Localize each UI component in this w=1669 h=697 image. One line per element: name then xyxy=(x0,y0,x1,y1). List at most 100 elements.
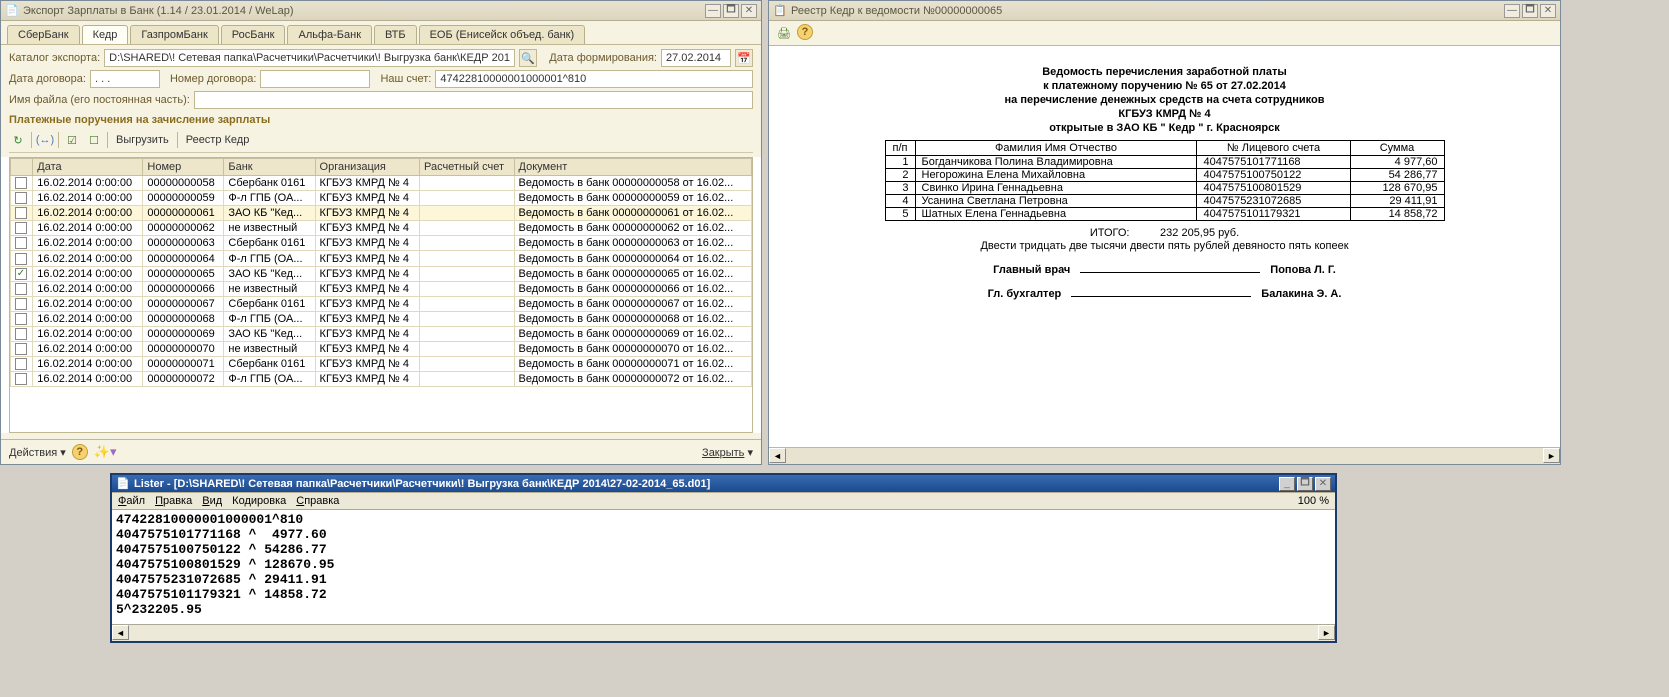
titlebar[interactable]: 📄 Экспорт Зарплаты в Банк (1.14 / 23.01.… xyxy=(1,1,761,21)
tab-Альфа-Банк[interactable]: Альфа-Банк xyxy=(287,25,372,44)
print-icon[interactable]: 🖨 xyxy=(775,24,793,42)
table-row[interactable]: 16.02.2014 0:00:0000000000059Ф-л ГПБ (ОА… xyxy=(11,191,752,206)
checkbox[interactable] xyxy=(15,313,27,325)
report-row: 1Богданчикова Полина Владимировна4047575… xyxy=(885,156,1444,169)
checkbox[interactable] xyxy=(15,328,27,340)
table-row[interactable]: 16.02.2014 0:00:0000000000066не известны… xyxy=(11,281,752,296)
checkbox[interactable] xyxy=(15,298,27,310)
minimize-button[interactable]: _ xyxy=(1279,477,1295,491)
nav-icon[interactable]: (↔) xyxy=(36,131,54,149)
table-row[interactable]: 16.02.2014 0:00:0000000000058Сбербанк 01… xyxy=(11,176,752,191)
cell-org: КГБУЗ КМРД № 4 xyxy=(315,221,419,236)
table-row[interactable]: 16.02.2014 0:00:0000000000064Ф-л ГПБ (ОА… xyxy=(11,251,752,266)
titlebar[interactable]: 📋 Реестр Кедр к ведомости №00000000065 —… xyxy=(769,1,1560,21)
column-header[interactable]: Банк xyxy=(224,159,315,176)
our-account-input[interactable] xyxy=(435,70,753,88)
cell-doc: Ведомость в банк 00000000070 от 16.02... xyxy=(514,342,752,357)
lister-content[interactable]: 47422810000001000001^810 404757510177116… xyxy=(112,510,1335,624)
minimize-button[interactable]: — xyxy=(1504,4,1520,18)
tab-ВТБ[interactable]: ВТБ xyxy=(374,25,417,44)
cell-doc: Ведомость в банк 00000000063 от 16.02... xyxy=(514,236,752,251)
column-header[interactable]: Дата xyxy=(33,159,143,176)
doc-line3: на перечисление денежных средств на счет… xyxy=(799,94,1530,106)
wand-icon[interactable]: ✨▾ xyxy=(94,444,117,460)
actions-menu[interactable]: Действия ▾ xyxy=(9,446,66,459)
scroll-left-button[interactable]: ◄ xyxy=(769,448,786,463)
checkbox[interactable] xyxy=(15,177,27,189)
filename-input[interactable] xyxy=(194,91,753,109)
check-all-icon[interactable]: ☑ xyxy=(63,131,81,149)
menu-view[interactable]: Вид xyxy=(202,495,222,507)
date-picker-button[interactable]: 📅 xyxy=(735,49,753,67)
report-window: 📋 Реестр Кедр к ведомости №00000000065 —… xyxy=(768,0,1561,465)
help-icon[interactable]: ? xyxy=(72,444,88,460)
table-row[interactable]: 16.02.2014 0:00:0000000000070не известны… xyxy=(11,342,752,357)
browse-button[interactable]: 🔍 xyxy=(519,49,537,67)
table-row[interactable]: 16.02.2014 0:00:0000000000061ЗАО КБ "Кед… xyxy=(11,206,752,221)
checkbox[interactable] xyxy=(15,268,27,280)
table-row[interactable]: 16.02.2014 0:00:0000000000063Сбербанк 01… xyxy=(11,236,752,251)
checkbox[interactable] xyxy=(15,222,27,234)
table-row[interactable]: 16.02.2014 0:00:0000000000071Сбербанк 01… xyxy=(11,357,752,372)
tab-СберБанк[interactable]: СберБанк xyxy=(7,25,80,44)
table-row[interactable]: 16.02.2014 0:00:0000000000068Ф-л ГПБ (ОА… xyxy=(11,311,752,326)
export-dir-input[interactable] xyxy=(104,49,515,67)
close-button[interactable]: ✕ xyxy=(741,4,757,18)
cell-bank: Ф-л ГПБ (ОА... xyxy=(224,311,315,326)
table-row[interactable]: 16.02.2014 0:00:0000000000062не известны… xyxy=(11,221,752,236)
menu-file[interactable]: Файл xyxy=(118,495,145,507)
maximize-button[interactable]: 🗖 xyxy=(1297,477,1313,491)
tab-ГазпромБанк[interactable]: ГазпромБанк xyxy=(130,25,218,44)
titlebar[interactable]: 📄 Lister - [D:\SHARED\! Сетевая папка\Ра… xyxy=(112,475,1335,493)
menu-help[interactable]: Справка xyxy=(296,495,339,507)
unload-button[interactable]: Выгрузить xyxy=(112,134,173,146)
checkbox[interactable] xyxy=(15,358,27,370)
checkbox[interactable] xyxy=(15,343,27,355)
cell-doc: Ведомость в банк 00000000062 от 16.02... xyxy=(514,221,752,236)
column-header[interactable] xyxy=(11,159,33,176)
report-body[interactable]: Ведомость перечисления заработной платы … xyxy=(769,46,1560,464)
export-dir-label: Каталог экспорта: xyxy=(9,52,100,64)
minimize-button[interactable]: — xyxy=(705,4,721,18)
scrollbar-horizontal[interactable]: ◄ ► xyxy=(112,624,1335,641)
help-icon[interactable]: ? xyxy=(797,24,813,40)
scroll-left-button[interactable]: ◄ xyxy=(112,625,129,640)
checkbox[interactable] xyxy=(15,192,27,204)
uncheck-all-icon[interactable]: ☐ xyxy=(85,131,103,149)
close-link[interactable]: Закрыть ▾ xyxy=(702,446,753,459)
column-header[interactable]: Номер xyxy=(143,159,224,176)
table-row[interactable]: 16.02.2014 0:00:0000000000067Сбербанк 01… xyxy=(11,296,752,311)
scroll-right-button[interactable]: ► xyxy=(1543,448,1560,463)
checkbox[interactable] xyxy=(15,283,27,295)
checkbox[interactable] xyxy=(15,207,27,219)
contract-date-input[interactable] xyxy=(90,70,160,88)
grid-wrapper[interactable]: ДатаНомерБанкОрганизацияРасчетный счетДо… xyxy=(9,157,753,433)
maximize-button[interactable]: 🗖 xyxy=(723,4,739,18)
scrollbar-horizontal[interactable]: ◄ ► xyxy=(769,447,1560,464)
menu-encoding[interactable]: Кодировка xyxy=(232,495,286,507)
tab-ЕОБ (Енисейск объед. банк)[interactable]: ЕОБ (Енисейск объед. банк) xyxy=(419,25,586,44)
maximize-button[interactable]: 🗖 xyxy=(1522,4,1538,18)
contract-num-input[interactable] xyxy=(260,70,370,88)
date-form-input[interactable] xyxy=(661,49,731,67)
reestr-button[interactable]: Реестр Кедр xyxy=(182,134,254,146)
close-button[interactable]: ✕ xyxy=(1540,4,1556,18)
total-words: Двести тридцать две тысячи двести пять р… xyxy=(799,240,1530,252)
table-row[interactable]: 16.02.2014 0:00:0000000000069ЗАО КБ "Кед… xyxy=(11,326,752,341)
scroll-right-button[interactable]: ► xyxy=(1318,625,1335,640)
column-header[interactable]: Документ xyxy=(514,159,752,176)
checkbox[interactable] xyxy=(15,237,27,249)
refresh-icon[interactable]: ↻ xyxy=(9,131,27,149)
tab-РосБанк[interactable]: РосБанк xyxy=(221,25,286,44)
table-row[interactable]: 16.02.2014 0:00:0000000000072Ф-л ГПБ (ОА… xyxy=(11,372,752,387)
checkbox[interactable] xyxy=(15,373,27,385)
table-row[interactable]: 16.02.2014 0:00:0000000000065ЗАО КБ "Кед… xyxy=(11,266,752,281)
checkbox[interactable] xyxy=(15,253,27,265)
column-header[interactable]: Расчетный счет xyxy=(419,159,514,176)
cell-num: 00000000071 xyxy=(143,357,224,372)
close-button[interactable]: ✕ xyxy=(1315,477,1331,491)
tab-Кедр[interactable]: Кедр xyxy=(82,25,129,44)
cell-num: 00000000061 xyxy=(143,206,224,221)
menu-edit[interactable]: Правка xyxy=(155,495,192,507)
column-header[interactable]: Организация xyxy=(315,159,419,176)
